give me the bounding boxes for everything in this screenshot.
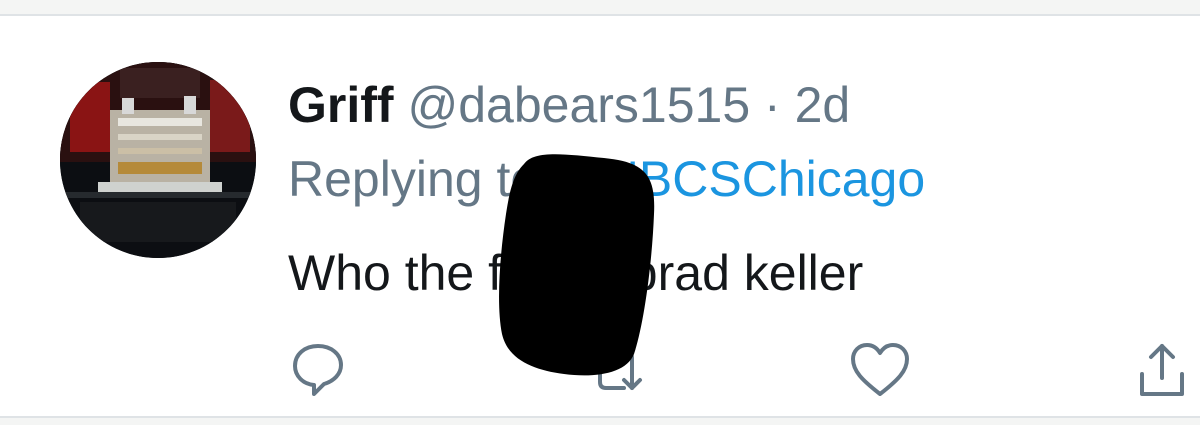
- retweet-button[interactable]: [584, 338, 648, 402]
- tweet-text: Who the f**k is brad keller: [288, 245, 864, 301]
- tweet-header: Griff @dabears1515 · 2d: [288, 74, 850, 136]
- retweet-icon: [590, 350, 642, 390]
- reply-button[interactable]: [286, 338, 350, 402]
- avatar-image: [60, 62, 256, 258]
- replying-to: Replying to @NBCSChicago: [288, 148, 925, 210]
- reply-prefix: Replying to: [288, 151, 553, 207]
- heart-icon: [851, 343, 909, 396]
- reply-icon: [293, 344, 343, 396]
- tweet-card[interactable]: Griff @dabears1515 · 2d Replying to @NBC…: [0, 14, 1200, 418]
- reply-target-link[interactable]: @NBCSChicago: [552, 151, 925, 207]
- share-button[interactable]: [1130, 338, 1194, 402]
- author-name[interactable]: Griff: [288, 77, 394, 133]
- share-icon: [1140, 344, 1184, 396]
- timestamp[interactable]: 2d: [795, 77, 851, 133]
- avatar[interactable]: [60, 62, 256, 258]
- author-handle[interactable]: @dabears1515: [407, 77, 750, 133]
- like-button[interactable]: [848, 338, 912, 402]
- separator: ·: [764, 77, 781, 133]
